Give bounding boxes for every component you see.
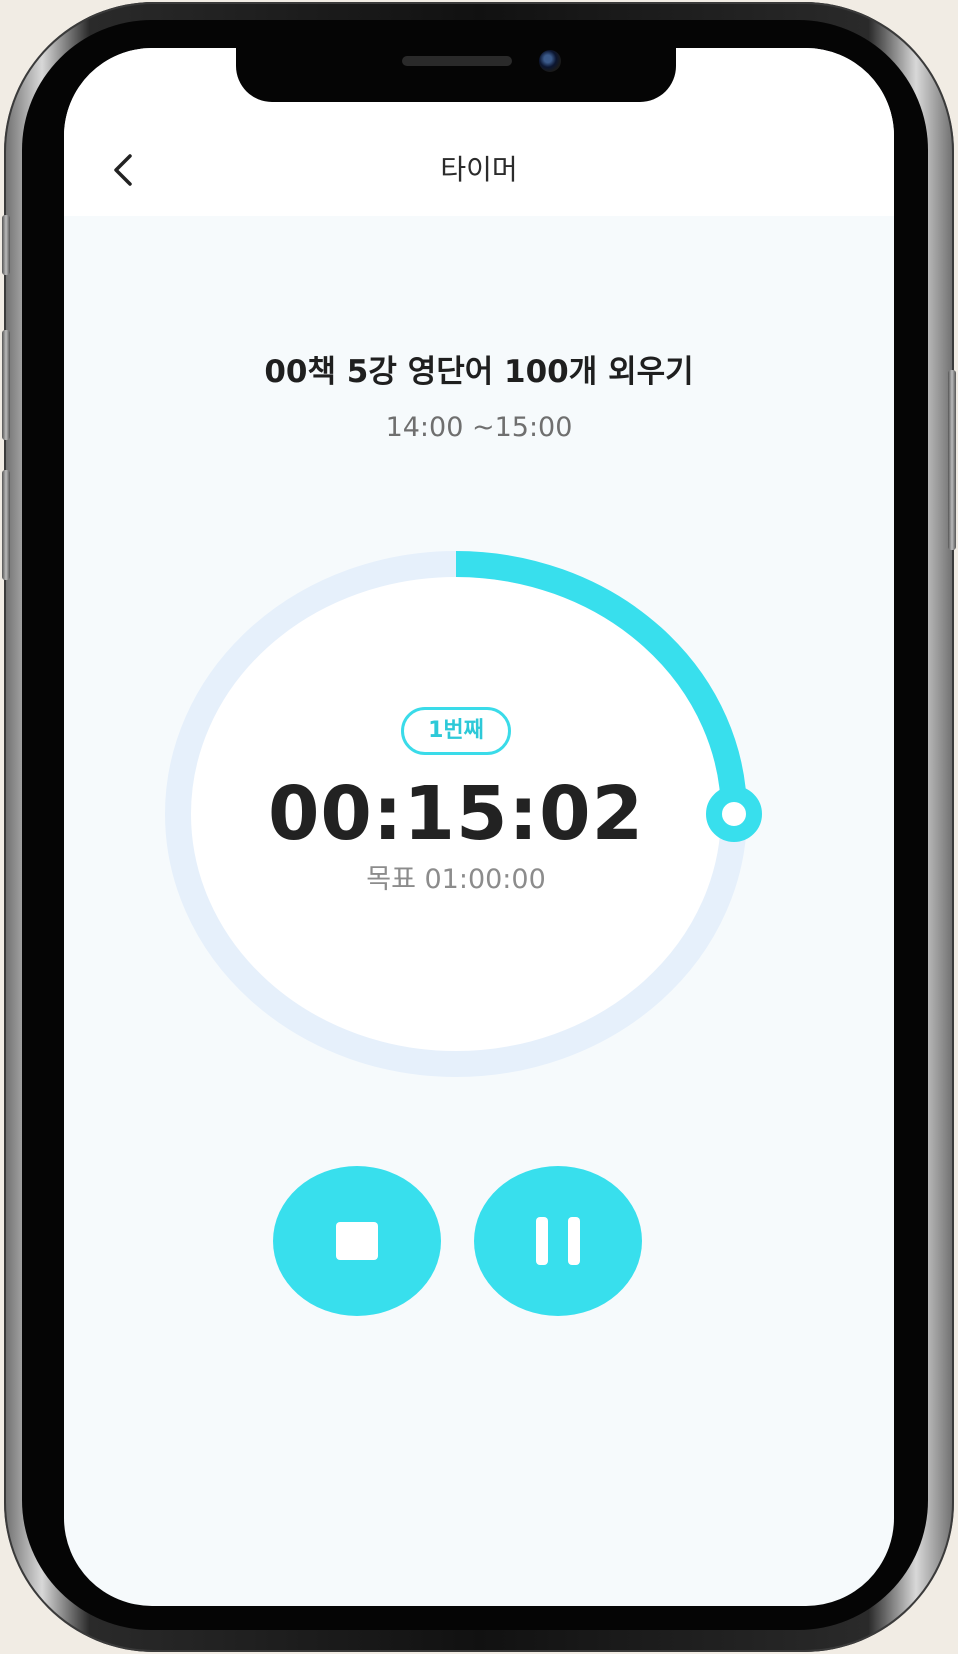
task-title: 00책 5강 영단어 100개 외우기 bbox=[264, 354, 694, 390]
pause-bar-left bbox=[536, 1217, 548, 1265]
volume-down-button bbox=[2, 470, 10, 580]
app-screen: 타이머 00책 5강 영단어 100개 외우기 14:00 ~15:00 1번째… bbox=[64, 48, 894, 1606]
volume-up-button bbox=[2, 330, 10, 440]
power-button bbox=[948, 370, 956, 550]
speaker-grille bbox=[402, 56, 512, 66]
elapsed-time: 00:15:02 bbox=[267, 771, 645, 857]
pause-button[interactable] bbox=[474, 1166, 642, 1316]
task-time-range: 14:00 ~15:00 bbox=[385, 412, 573, 443]
stop-icon bbox=[336, 1222, 378, 1260]
stop-button[interactable] bbox=[273, 1166, 441, 1316]
pause-bar-right bbox=[568, 1217, 580, 1265]
page-title: 타이머 bbox=[440, 153, 518, 186]
round-badge: 1번째 bbox=[401, 707, 511, 755]
camera-icon bbox=[539, 50, 561, 72]
phone-mockup: 타이머 00책 5강 영단어 100개 외우기 14:00 ~15:00 1번째… bbox=[0, 0, 958, 1654]
goal-time: 목표 01:00:00 bbox=[366, 864, 546, 895]
silent-switch bbox=[2, 215, 10, 275]
notch bbox=[236, 48, 676, 102]
